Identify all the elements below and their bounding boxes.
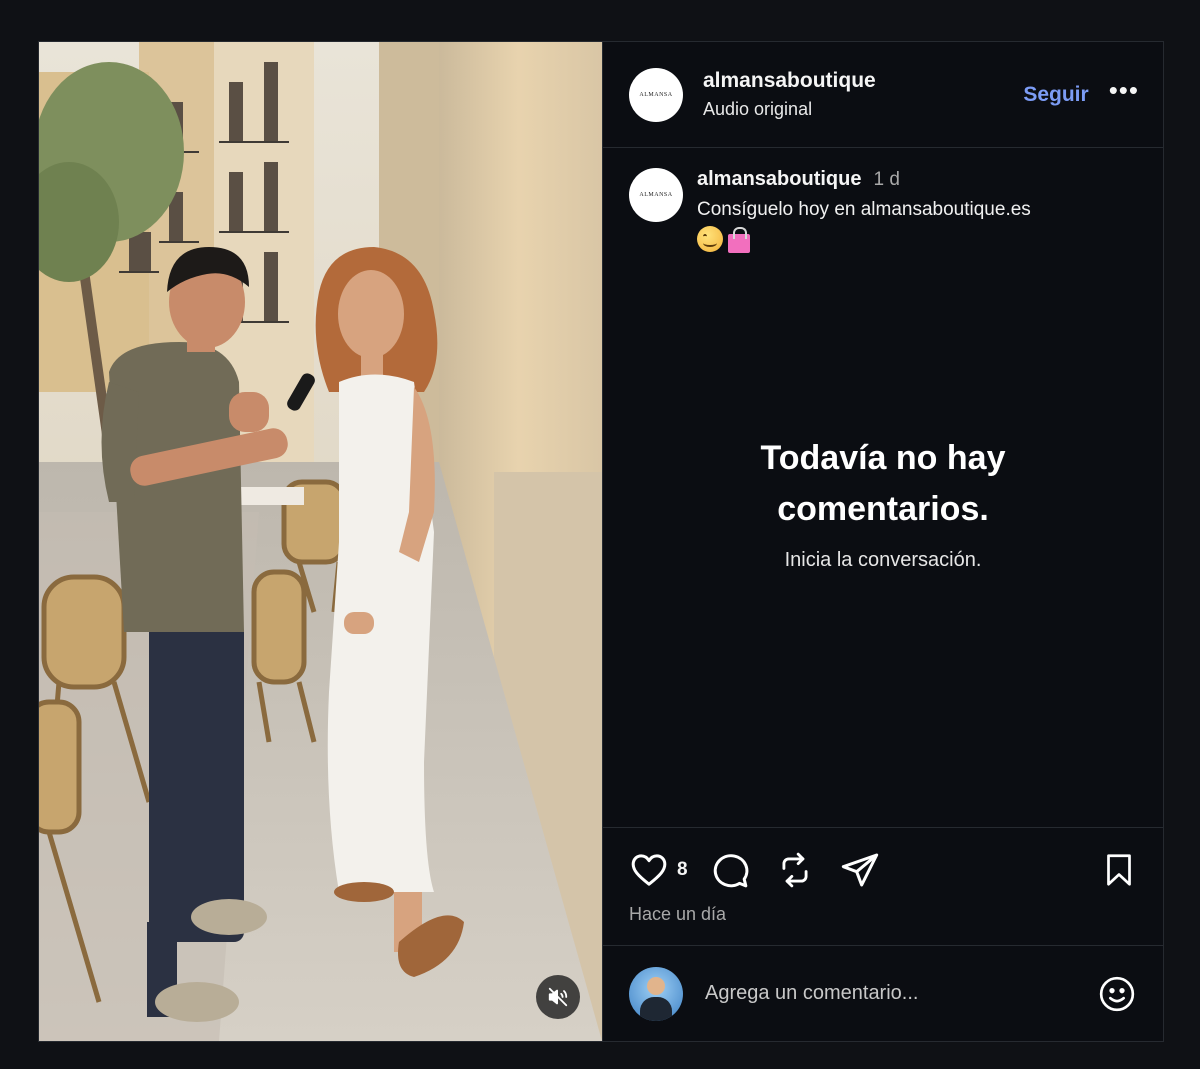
video-frame-illustration [39,42,602,1041]
repost-icon [782,852,808,888]
post-caption: ALMANSA almansaboutique 1 d Consíguelo h… [603,148,1163,258]
post-date[interactable]: Hace un día [629,904,1137,925]
bookmark-icon [1107,854,1131,886]
comments-empty-state: Todavía no hay comentarios. Inicia la co… [603,258,1163,827]
header-text: almansaboutique Audio original [703,69,1023,120]
caption-avatar[interactable]: ALMANSA [629,168,683,222]
like-button[interactable] [629,850,669,890]
comment-composer [603,945,1163,1041]
mute-toggle-button[interactable] [536,975,580,1019]
empty-comments-subtitle: Inicia la conversación. [784,549,982,571]
caption-body: almansaboutique 1 d Consíguelo hoy en al… [697,168,1031,258]
smiley-icon [1099,976,1135,1011]
post-side-panel: ALMANSA almansaboutique Audio original S… [602,42,1163,1041]
action-row: 8 [629,850,1137,890]
share-button[interactable] [840,850,880,890]
follow-button[interactable]: Seguir [1023,83,1088,107]
comment-input[interactable] [705,982,1097,1005]
more-options-icon[interactable]: ••• [1109,77,1139,113]
avatar-logo-text: ALMANSA [639,91,673,98]
caption-text: Consíguelo hoy en almansaboutique.es [697,199,1031,220]
speaker-muted-icon [548,987,568,1007]
audio-label[interactable]: Audio original [703,99,1023,120]
caption-emojis [697,225,1031,254]
current-user-avatar[interactable] [629,966,683,1021]
post-container: ALMANSA almansaboutique Audio original S… [38,41,1164,1042]
post-actions: 8 Hace un día [603,827,1163,945]
heart-icon [631,854,667,886]
shopping-bag-emoji [726,226,752,254]
post-video[interactable] [39,42,602,1041]
header-username[interactable]: almansaboutique [703,69,1023,93]
comment-button[interactable] [710,850,750,890]
smile-emoji [697,225,723,252]
caption-username[interactable]: almansaboutique [697,168,861,191]
repost-button[interactable] [776,851,814,889]
comment-icon [713,854,748,888]
empty-comments-title: Todavía no hay comentarios. [760,439,1006,528]
post-header: ALMANSA almansaboutique Audio original S… [603,42,1163,148]
emoji-picker-button[interactable] [1097,974,1137,1014]
caption-meta: almansaboutique 1 d [697,168,1031,191]
caption-timestamp: 1 d [873,169,900,190]
share-icon [841,853,878,887]
avatar-logo-text: ALMANSA [639,192,673,198]
save-button[interactable] [1101,851,1137,889]
account-avatar[interactable]: ALMANSA [629,67,683,122]
like-count[interactable]: 8 [677,859,688,881]
